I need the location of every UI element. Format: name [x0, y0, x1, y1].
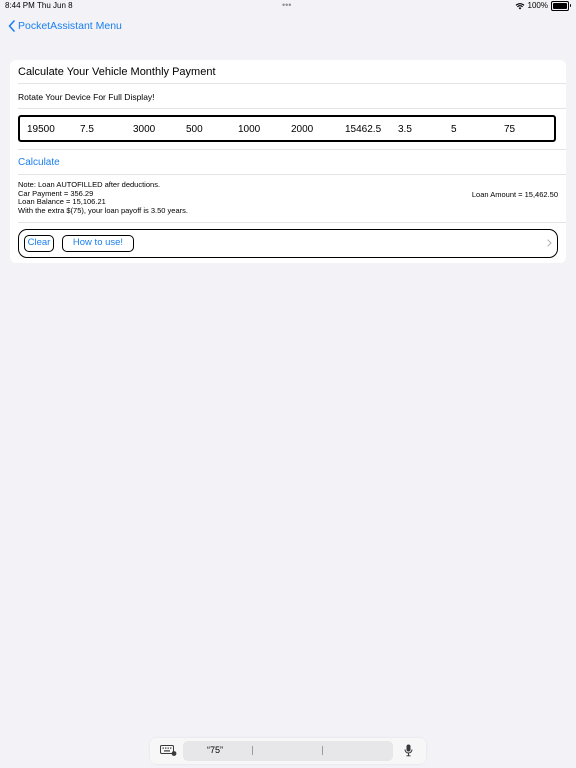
wifi-icon — [515, 3, 524, 10]
status-bar: 8:44 PM Thu Jun 8 ••• 100% — [0, 0, 576, 14]
chevron-left-icon — [8, 20, 15, 32]
calculate-button[interactable]: Calculate — [18, 157, 60, 168]
back-button-label: PocketAssistant Menu — [18, 20, 122, 32]
divider — [18, 222, 566, 223]
rotate-hint: Rotate Your Device For Full Display! — [18, 92, 155, 102]
how-to-use-button[interactable]: How to use! — [62, 235, 134, 252]
value-loan-amount: 15462.5 — [345, 124, 382, 135]
divider — [18, 174, 566, 175]
value-trade-in: 1000 — [238, 124, 261, 135]
value-loan-years: 5 — [451, 124, 457, 135]
value-other-deduction: 2000 — [291, 124, 314, 135]
value-interest-rate: 7.5 — [80, 124, 94, 135]
status-indicators: 100% — [515, 0, 571, 12]
actions-row[interactable]: Clear How to use! — [18, 229, 558, 258]
multitasking-dots[interactable]: ••• — [282, 0, 291, 11]
value-extra-payment: 75 — [504, 124, 516, 135]
divider — [18, 83, 566, 84]
status-time: 8:44 PM — [5, 1, 35, 10]
calculator-card: Calculate Your Vehicle Monthly Payment R… — [10, 60, 566, 263]
clear-button[interactable]: Clear — [24, 235, 54, 252]
suggestion-item[interactable]: “75” — [207, 745, 223, 755]
chevron-right-icon — [547, 239, 552, 247]
status-date: Thu Jun 8 — [37, 1, 73, 10]
value-vehicle-price: 19500 — [27, 124, 55, 135]
keyboard-icon[interactable] — [160, 745, 177, 756]
battery-percent: 100% — [527, 1, 548, 10]
suggestion-divider — [322, 746, 323, 755]
microphone-icon[interactable] — [404, 744, 413, 757]
back-button[interactable]: PocketAssistant Menu — [8, 18, 122, 34]
results-notes: Note: Loan AUTOFILLED after deductions. … — [18, 180, 188, 215]
loan-amount: Loan Amount = 15,462.50 — [471, 190, 558, 199]
divider — [18, 149, 566, 150]
values-input-field[interactable]: 19500 7.5 3000 500 1000 2000 15462.5 3.5… — [18, 115, 556, 142]
note-payoff: With the extra $(75), your loan payoff i… — [18, 205, 188, 215]
suggestion-divider — [252, 746, 253, 755]
page-title: Calculate Your Vehicle Monthly Payment — [18, 66, 216, 78]
divider — [18, 108, 566, 109]
battery-icon — [551, 1, 571, 11]
battery-fill — [553, 3, 567, 9]
value-rebate: 500 — [186, 124, 203, 135]
value-tax-rate: 3.5 — [398, 124, 412, 135]
value-down-payment: 3000 — [133, 124, 156, 135]
